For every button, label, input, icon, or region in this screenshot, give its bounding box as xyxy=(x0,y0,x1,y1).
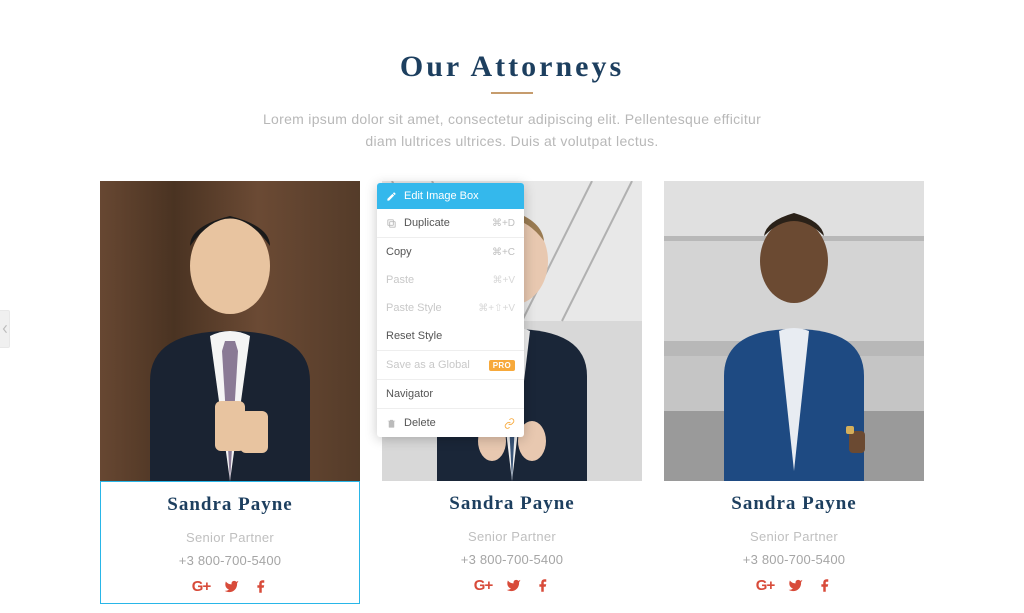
attorney-role: Senior Partner xyxy=(674,529,914,544)
context-menu-title: Edit Image Box xyxy=(404,190,479,202)
pro-badge: PRO xyxy=(489,360,515,371)
attorney-card[interactable]: Sandra Payne Senior Partner +3 800-700-5… xyxy=(100,181,360,604)
ctx-copy[interactable]: Copy ⌘+C xyxy=(377,238,524,266)
shortcut-label: ⌘+V xyxy=(492,275,515,286)
attorney-info: Sandra Payne Senior Partner +3 800-700-5… xyxy=(382,481,642,602)
person-illustration xyxy=(664,181,924,481)
attorney-phone: +3 800-700-5400 xyxy=(111,553,349,568)
attorney-photo[interactable] xyxy=(100,181,360,481)
attorney-info: Sandra Payne Senior Partner +3 800-700-5… xyxy=(664,481,924,602)
pencil-icon xyxy=(386,191,397,202)
twitter-icon[interactable] xyxy=(224,578,239,595)
attorney-phone: +3 800-700-5400 xyxy=(674,552,914,567)
ctx-save-global: Save as a Global PRO xyxy=(377,351,524,379)
shortcut-label: ⌘+D xyxy=(492,218,515,229)
shortcut-label: ⌘+⇧+V xyxy=(478,303,515,314)
ctx-duplicate[interactable]: Duplicate ⌘+D xyxy=(377,209,524,237)
ctx-reset-style[interactable]: Reset Style xyxy=(377,322,524,350)
google-plus-icon[interactable]: G+ xyxy=(192,578,210,595)
context-menu: Edit Image Box Duplicate ⌘+D Copy ⌘+C Pa… xyxy=(377,183,524,437)
social-links: G+ xyxy=(111,578,349,595)
context-menu-header[interactable]: Edit Image Box xyxy=(377,183,524,209)
attorney-name: Sandra Payne xyxy=(674,493,914,515)
attorney-info-selected: Sandra Payne Senior Partner +3 800-700-5… xyxy=(100,481,360,604)
google-plus-icon[interactable]: G+ xyxy=(756,577,774,594)
twitter-icon[interactable] xyxy=(506,577,521,594)
attorney-name: Sandra Payne xyxy=(392,493,632,515)
twitter-icon[interactable] xyxy=(788,577,803,594)
attorney-role: Senior Partner xyxy=(392,529,632,544)
shortcut-label: ⌘+C xyxy=(492,247,515,258)
google-plus-icon[interactable]: G+ xyxy=(474,577,492,594)
social-links: G+ xyxy=(674,577,914,594)
attorney-phone: +3 800-700-5400 xyxy=(392,552,632,567)
facebook-icon[interactable] xyxy=(253,578,268,595)
ctx-paste-style: Paste Style ⌘+⇧+V xyxy=(377,294,524,322)
attorney-card[interactable]: Sandra Payne Senior Partner +3 800-700-5… xyxy=(664,181,924,604)
link-icon xyxy=(504,418,515,429)
ctx-paste: Paste ⌘+V xyxy=(377,266,524,294)
side-panel-toggle[interactable] xyxy=(0,310,10,348)
title-underline xyxy=(491,92,533,94)
chevron-left-icon xyxy=(2,324,8,334)
facebook-icon[interactable] xyxy=(817,577,832,594)
person-illustration xyxy=(100,181,360,481)
section-subtitle: Lorem ipsum dolor sit amet, consectetur … xyxy=(262,108,762,153)
facebook-icon[interactable] xyxy=(535,577,550,594)
trash-icon xyxy=(386,418,397,429)
attorney-role: Senior Partner xyxy=(111,530,349,545)
social-links: G+ xyxy=(392,577,632,594)
ctx-delete[interactable]: Delete xyxy=(377,409,524,437)
section-title: Our Attorneys xyxy=(100,50,924,84)
attorney-name: Sandra Payne xyxy=(111,494,349,516)
ctx-navigator[interactable]: Navigator xyxy=(377,380,524,408)
duplicate-icon xyxy=(386,218,397,229)
attorney-photo[interactable] xyxy=(664,181,924,481)
